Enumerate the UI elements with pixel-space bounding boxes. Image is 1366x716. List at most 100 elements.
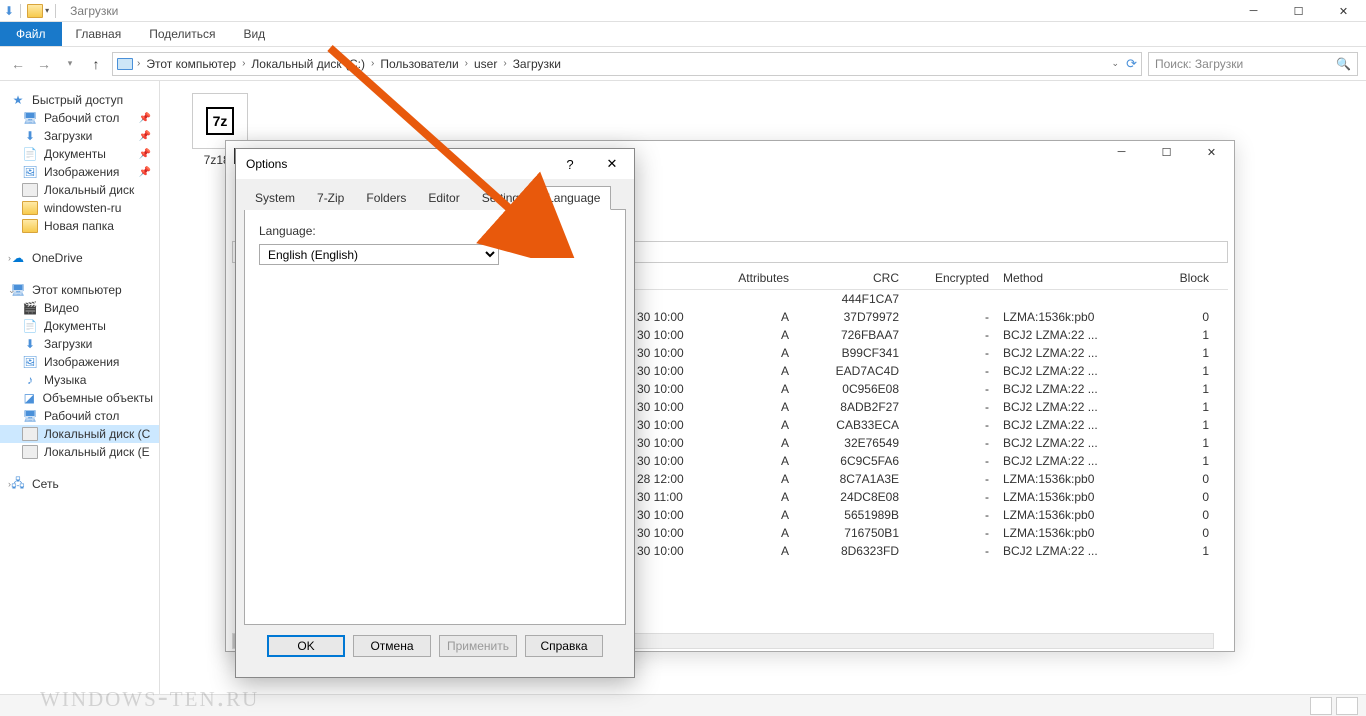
table-row[interactable]: 30 10:00A0C956E08-BCJ2 LZMA:22 ...1 <box>633 380 1228 398</box>
sidebar-item[interactable]: 📄Документы <box>0 317 159 335</box>
pin-icon: 📌 <box>139 149 151 160</box>
downloads-icon: ⬇ <box>22 129 38 143</box>
cancel-button[interactable]: Отмена <box>353 635 431 657</box>
table-row[interactable]: 30 10:00A32E76549-BCJ2 LZMA:22 ...1 <box>633 434 1228 452</box>
tab-editor[interactable]: Editor <box>417 186 470 210</box>
ribbon-home-tab[interactable]: Главная <box>62 22 136 46</box>
chevron-down-icon[interactable]: ▾ <box>45 6 49 15</box>
cell-encrypted: - <box>913 544 1003 558</box>
expand-icon[interactable]: › <box>8 479 11 489</box>
ok-button[interactable]: OK <box>267 635 345 657</box>
breadcrumb-part[interactable]: Загрузки <box>507 57 567 71</box>
cell-crc: CAB33ECA <box>803 418 913 432</box>
col-header-method[interactable]: Method <box>1003 271 1143 285</box>
maximize-button[interactable]: ☐ <box>1276 0 1321 22</box>
cell-crc: 716750B1 <box>803 526 913 540</box>
search-input[interactable]: Поиск: Загрузки 🔍 <box>1148 52 1358 76</box>
sidebar-onedrive[interactable]: ›☁OneDrive <box>0 249 159 267</box>
apply-button[interactable]: Применить <box>439 635 517 657</box>
table-row[interactable]: 30 10:00A37D79972-LZMA:1536k:pb00 <box>633 308 1228 326</box>
down-icon[interactable]: ⬇ <box>4 4 14 18</box>
help-button[interactable]: Справка <box>525 635 603 657</box>
table-row[interactable]: 30 10:00A8ADB2F27-BCJ2 LZMA:22 ...1 <box>633 398 1228 416</box>
expand-icon[interactable]: › <box>8 253 11 263</box>
sidebar-item-label: Рабочий стол <box>44 409 119 423</box>
table-row[interactable]: 30 10:00AB99CF341-BCJ2 LZMA:22 ...1 <box>633 344 1228 362</box>
maximize-button[interactable]: ☐ <box>1144 141 1189 163</box>
table-row[interactable]: 30 10:00A716750B1-LZMA:1536k:pb00 <box>633 524 1228 542</box>
table-row[interactable]: 444F1CA7 <box>633 290 1228 308</box>
minimize-button[interactable]: ─ <box>1099 141 1144 163</box>
sidebar-item[interactable]: ⬇Загрузки📌 <box>0 127 159 145</box>
sidebar-item[interactable]: 🎬Видео <box>0 299 159 317</box>
cell-time: 30 10:00 <box>633 508 703 522</box>
close-button[interactable]: ✕ <box>1189 141 1234 163</box>
tab-language[interactable]: Language <box>536 186 611 210</box>
sidebar-item[interactable]: Локальный диск (E <box>0 443 159 461</box>
cell-block: 1 <box>1143 382 1223 396</box>
breadcrumb-part[interactable]: Пользователи <box>374 57 464 71</box>
sidebar-item[interactable]: ⬇Загрузки <box>0 335 159 353</box>
close-button[interactable]: ✕ <box>590 149 634 179</box>
col-header-block[interactable]: Block <box>1143 271 1223 285</box>
tab-7zip[interactable]: 7-Zip <box>306 186 355 210</box>
options-titlebar[interactable]: Options ? ✕ <box>236 149 634 179</box>
back-button[interactable]: ← <box>8 54 28 74</box>
col-header-encrypted[interactable]: Encrypted <box>913 271 1003 285</box>
ribbon-file-tab[interactable]: Файл <box>0 22 62 46</box>
refresh-icon[interactable]: ⟳ <box>1126 56 1137 72</box>
help-button[interactable]: ? <box>550 149 590 179</box>
folder-icon <box>27 4 43 18</box>
sidebar-item[interactable]: 🖥Рабочий стол📌 <box>0 109 159 127</box>
sidebar-item[interactable]: Локальный диск <box>0 181 159 199</box>
sidebar: ★Быстрый доступ 🖥Рабочий стол📌 ⬇Загрузки… <box>0 81 160 694</box>
separator <box>20 4 21 18</box>
tab-folders[interactable]: Folders <box>355 186 417 210</box>
ribbon-share-tab[interactable]: Поделиться <box>135 22 229 46</box>
table-row[interactable]: 30 11:00A24DC8E08-LZMA:1536k:pb00 <box>633 488 1228 506</box>
sidebar-item[interactable]: 📄Документы📌 <box>0 145 159 163</box>
sidebar-quick-access[interactable]: ★Быстрый доступ <box>0 91 159 109</box>
minimize-button[interactable]: ─ <box>1231 0 1276 22</box>
sidebar-item-label: Изображения <box>44 355 119 369</box>
table-row[interactable]: 30 10:00AEAD7AC4D-BCJ2 LZMA:22 ...1 <box>633 362 1228 380</box>
sidebar-item[interactable]: ◪Объемные объекты <box>0 389 159 407</box>
collapse-icon[interactable]: ⌄ <box>8 285 16 296</box>
sidebar-item[interactable]: 🖼Изображения📌 <box>0 163 159 181</box>
forward-button[interactable]: → <box>34 54 54 74</box>
table-row[interactable]: 30 10:00A726FBAA7-BCJ2 LZMA:22 ...1 <box>633 326 1228 344</box>
sidebar-item[interactable]: Новая папка <box>0 217 159 235</box>
table-row[interactable]: 30 10:00A5651989B-LZMA:1536k:pb00 <box>633 506 1228 524</box>
table-row[interactable]: 30 10:00A8D6323FD-BCJ2 LZMA:22 ...1 <box>633 542 1228 560</box>
breadcrumb-part[interactable]: user <box>468 57 503 71</box>
col-header-attributes[interactable]: Attributes <box>703 271 803 285</box>
address-dropdown-icon[interactable]: ⌄ <box>1111 58 1119 69</box>
cell-attr: A <box>703 310 803 324</box>
sidebar-item[interactable]: 🖼Изображения <box>0 353 159 371</box>
sidebar-this-pc[interactable]: ⌄🖥Этот компьютер <box>0 281 159 299</box>
col-header-crc[interactable]: CRC <box>803 271 913 285</box>
up-button[interactable]: ↑ <box>86 54 106 74</box>
sidebar-item[interactable]: 🖥Рабочий стол <box>0 407 159 425</box>
sidebar-network[interactable]: ›🖧Сеть <box>0 475 159 493</box>
sidebar-item[interactable]: windowsten-ru <box>0 199 159 217</box>
sidebar-item-label: Видео <box>44 301 79 315</box>
sidebar-item[interactable]: Локальный диск (C <box>0 425 159 443</box>
language-select[interactable]: English (English) <box>259 244 499 265</box>
close-button[interactable]: ✕ <box>1321 0 1366 22</box>
breadcrumb-part[interactable]: Локальный диск (C:) <box>245 57 371 71</box>
table-row[interactable]: 30 10:00A6C9C5FA6-BCJ2 LZMA:22 ...1 <box>633 452 1228 470</box>
tab-settings[interactable]: Settings <box>471 186 536 210</box>
sidebar-item-label: Загрузки <box>44 129 92 143</box>
history-dropdown[interactable]: ▾ <box>60 54 80 74</box>
large-icons-button[interactable] <box>1336 697 1358 715</box>
sidebar-item[interactable]: ♪Музыка <box>0 371 159 389</box>
breadcrumb[interactable]: › Этот компьютер › Локальный диск (C:) ›… <box>112 52 1142 76</box>
details-view-button[interactable] <box>1310 697 1332 715</box>
table-row[interactable]: 28 12:00A8C7A1A3E-LZMA:1536k:pb00 <box>633 470 1228 488</box>
ribbon-view-tab[interactable]: Вид <box>229 22 279 46</box>
cell-method: LZMA:1536k:pb0 <box>1003 508 1143 522</box>
breadcrumb-part[interactable]: Этот компьютер <box>140 57 242 71</box>
table-row[interactable]: 30 10:00ACAB33ECA-BCJ2 LZMA:22 ...1 <box>633 416 1228 434</box>
tab-system[interactable]: System <box>244 186 306 210</box>
